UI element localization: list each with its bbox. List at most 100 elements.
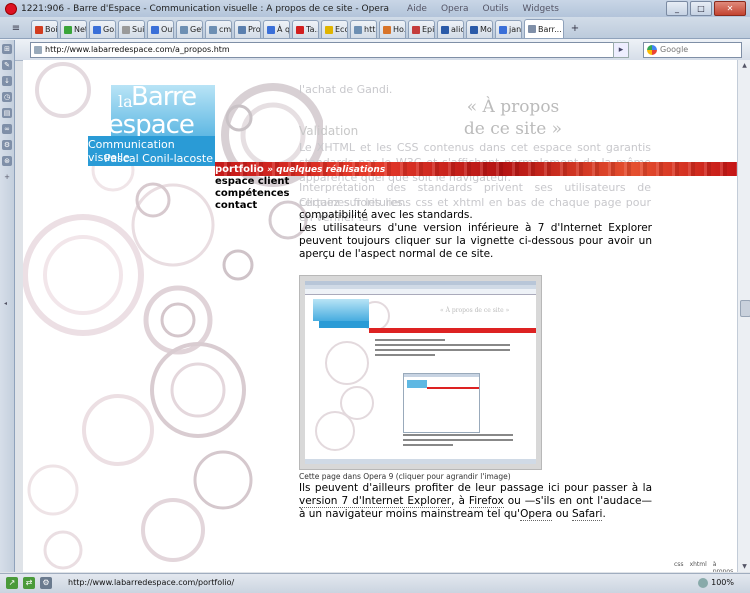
thumb-address: [305, 289, 536, 295]
thumbnail-image: « À propos de ce site »: [305, 281, 536, 464]
tab-label: Boi...: [45, 25, 58, 34]
turbo-icon[interactable]: ↗: [6, 577, 18, 589]
tab-favicon-icon: [209, 25, 217, 34]
menu-item-widgets[interactable]: Widgets: [523, 4, 559, 14]
tab[interactable]: Eco...: [321, 20, 348, 38]
thumb-nested-screenshot: [403, 373, 480, 433]
page-heading-line2: de ce site »: [463, 119, 563, 139]
tab-label: cm...: [219, 25, 232, 34]
tab-label: Go...: [103, 25, 115, 34]
menu-item-aide[interactable]: Aide: [407, 4, 427, 14]
thumb-text-line: [375, 339, 445, 341]
footer-link-xhtml[interactable]: xhtml: [690, 561, 707, 572]
text: Ils peuvent d'ailleurs profiter de leur …: [299, 482, 652, 494]
tab[interactable]: alic...: [437, 20, 464, 38]
tab[interactable]: cm...: [205, 20, 232, 38]
footer-link-css[interactable]: css: [674, 561, 684, 572]
tab-favicon-icon: [180, 25, 188, 34]
address-field[interactable]: http://www.labarredespace.com/a_propos.h…: [30, 42, 624, 58]
search-placeholder: Google: [660, 45, 689, 54]
tab-favicon-icon: [296, 25, 304, 34]
scroll-up-arrow-icon[interactable]: ▲: [739, 60, 750, 71]
tab[interactable]: Get...: [176, 20, 203, 38]
vertical-scrollbar[interactable]: ▲ ▼: [737, 60, 750, 572]
tab[interactable]: Out...: [147, 20, 174, 38]
tab[interactable]: htt...: [350, 20, 377, 38]
panel-add-icon[interactable]: +: [2, 172, 12, 182]
page-icon: [34, 46, 42, 54]
link-ie7[interactable]: version 7 d'Internet Explorer: [299, 495, 452, 508]
go-button[interactable]: ▸: [613, 42, 629, 58]
nav-competences[interactable]: compétences: [215, 188, 385, 200]
screenshot-thumbnail[interactable]: « À propos de ce site »: [299, 275, 542, 470]
panel-history-icon[interactable]: ◷: [2, 92, 12, 102]
panel-settings-icon[interactable]: ⚙: [2, 140, 12, 150]
search-field[interactable]: Google: [643, 42, 742, 58]
link-firefox[interactable]: Firefox: [468, 495, 504, 508]
opera-logo-icon[interactable]: [5, 2, 17, 15]
window-title-bar: 1221:906 - Barre d'Espace - Communicatio…: [0, 0, 750, 17]
minimize-button[interactable]: _: [666, 1, 688, 16]
panel-info-icon[interactable]: ▤: [2, 108, 12, 118]
tab[interactable]: jan...: [495, 20, 522, 38]
unite-icon[interactable]: ⇄: [23, 577, 35, 589]
tab[interactable]: Go...: [89, 20, 116, 38]
thumb-text-line: [403, 444, 453, 446]
tab-favicon-icon: [441, 25, 449, 34]
thumb-text-line: [375, 354, 435, 356]
tab[interactable]: À q...: [263, 20, 290, 38]
maximize-button[interactable]: □: [690, 1, 712, 16]
paragraph: Les utilisateurs d'une version inférieur…: [299, 222, 652, 260]
logo-tagline-box: Communication visuelle Pascal Conil-laco…: [88, 136, 215, 166]
tab-favicon-icon: [238, 25, 246, 34]
zoom-control[interactable]: 100%: [698, 576, 734, 590]
link-safari[interactable]: Safari: [572, 508, 603, 521]
nav-espace-client[interactable]: espace client: [215, 176, 385, 188]
tab-favicon-icon: [151, 25, 159, 34]
address-toolbar: ◂ http://www.labarredespace.com/a_propos…: [0, 39, 750, 61]
link-opera[interactable]: Opera: [520, 508, 553, 521]
tab-favicon-icon: [383, 25, 391, 34]
footer-links: css xhtml à propos: [674, 561, 737, 572]
tab[interactable]: Ta...: [292, 20, 319, 38]
side-panel-bar: ⊞ ✎ ↓ ◷ ▤ ∞ ⚙ ⊛ + ◂: [0, 40, 15, 572]
panel-widgets-icon[interactable]: ⊛: [2, 156, 12, 166]
tab[interactable]: Boi...: [31, 20, 58, 38]
tab-active[interactable]: Barr...: [524, 19, 564, 38]
tab-favicon-icon: [267, 25, 275, 34]
scrollbar-thumb[interactable]: [740, 300, 750, 317]
zoom-level: 100%: [711, 578, 734, 587]
tab-label: Get...: [190, 25, 203, 34]
tab[interactable]: Epi...: [408, 20, 435, 38]
tab[interactable]: Pro...: [234, 20, 261, 38]
settings-icon[interactable]: ⚙: [40, 577, 52, 589]
tab-favicon-icon: [528, 25, 536, 33]
menu-item-outils[interactable]: Outils: [483, 4, 509, 14]
tab-menu-icon[interactable]: ≡: [3, 20, 29, 37]
tab-label: Out...: [161, 25, 173, 34]
panel-downloads-icon[interactable]: ↓: [2, 76, 12, 86]
panel-notes-icon[interactable]: ✎: [2, 60, 12, 70]
google-icon: [647, 45, 657, 55]
validation-heading: Validation: [299, 124, 359, 138]
thumbnail-caption: Cette page dans Opera 9 (cliquer pour ag…: [299, 472, 511, 481]
close-button[interactable]: ✕: [714, 1, 746, 16]
footer-link-apropos[interactable]: à propos: [713, 561, 737, 572]
tab[interactable]: Mo...: [466, 20, 493, 38]
panel-links-icon[interactable]: ∞: [2, 124, 12, 134]
menu-item-opera[interactable]: Opera: [441, 4, 469, 14]
main-content: compatibilité avec les standards. Les ut…: [299, 209, 652, 261]
tab[interactable]: Ho...: [379, 20, 406, 38]
nav-portfolio[interactable]: portfolio » quelques réalisations: [215, 164, 385, 176]
thumb-statusbar: [305, 459, 536, 464]
tab-favicon-icon: [354, 25, 362, 34]
panel-collapse-icon[interactable]: ◂: [4, 300, 7, 307]
tab[interactable]: Sui...: [118, 20, 145, 38]
thumb-logo-sub: [319, 321, 369, 328]
scroll-down-arrow-icon[interactable]: ▼: [739, 561, 750, 572]
tab-bar: ≡ Boi... Net... Go... Sui... Out... Get.…: [0, 17, 750, 39]
new-tab-button[interactable]: +: [568, 22, 582, 36]
tab[interactable]: Net...: [60, 20, 87, 38]
thumb-text-line: [403, 439, 513, 441]
panel-bookmarks-icon[interactable]: ⊞: [2, 44, 12, 54]
